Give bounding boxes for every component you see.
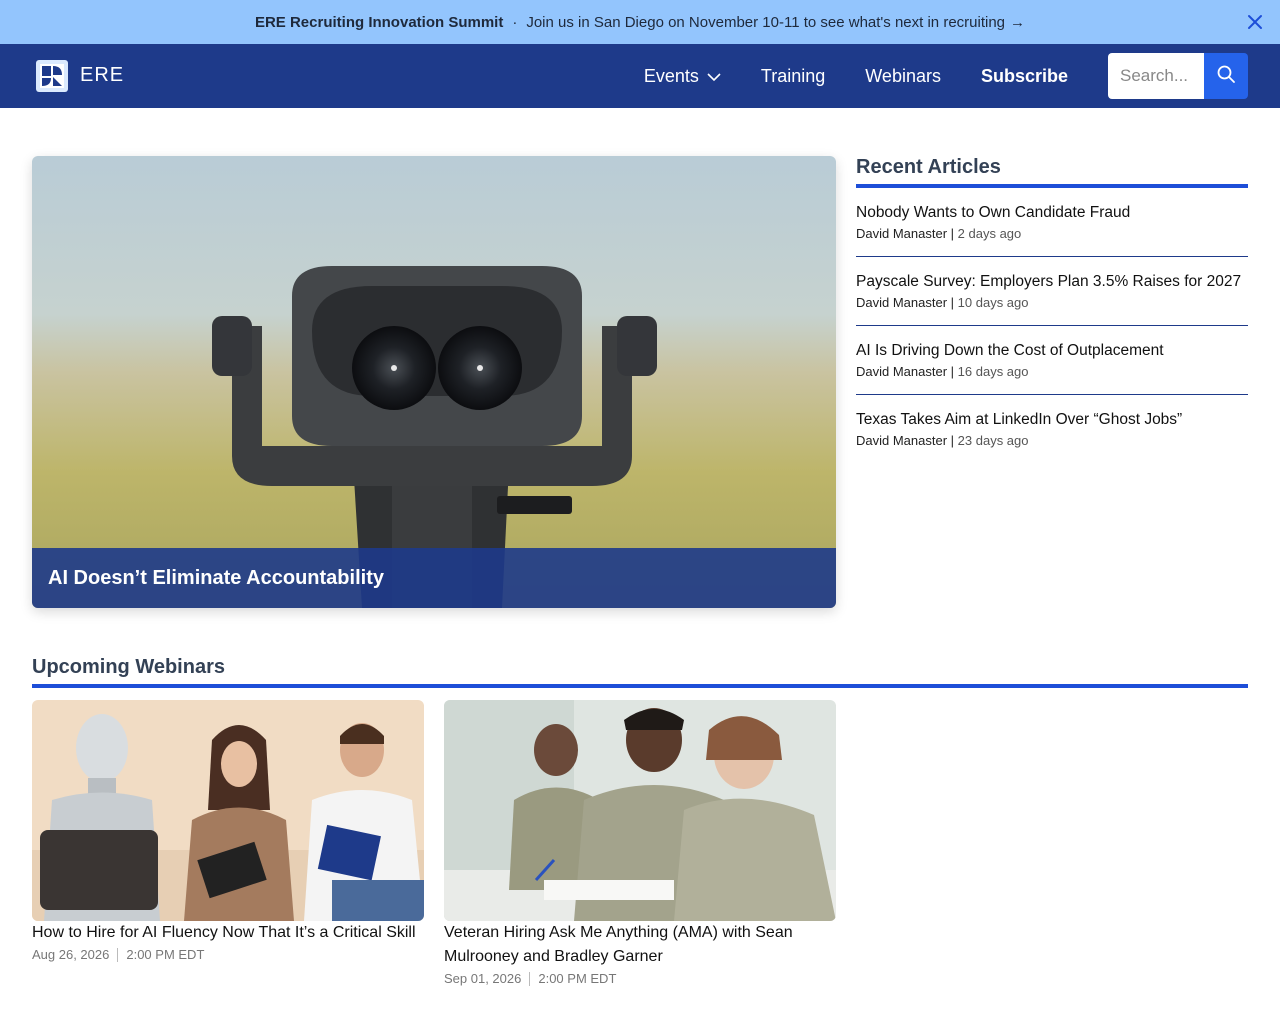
webinar-meta: Aug 26, 2026 2:00 PM EDT: [32, 947, 424, 962]
list-item[interactable]: Texas Takes Aim at LinkedIn Over “Ghost …: [856, 395, 1248, 464]
ere-logo-icon[interactable]: [36, 60, 68, 92]
list-item[interactable]: Payscale Survey: Employers Plan 3.5% Rai…: [856, 257, 1248, 326]
hero-title[interactable]: AI Doesn’t Eliminate Accountability: [32, 548, 836, 608]
article-meta: David Manaster | 16 days ago: [856, 364, 1248, 379]
brand-name[interactable]: ERE: [80, 64, 124, 87]
nav-link-webinars[interactable]: Webinars: [865, 66, 941, 87]
article-author[interactable]: David Manaster: [856, 295, 947, 310]
search-icon: [1216, 64, 1236, 89]
recent-articles-heading: Recent Articles: [856, 156, 1248, 188]
meta-divider: [117, 947, 119, 962]
webinar-card[interactable]: Veteran Hiring Ask Me Anything (AMA) wit…: [444, 700, 836, 986]
chevron-down-icon: [707, 66, 721, 87]
nav-link-events[interactable]: Events: [644, 66, 721, 87]
article-title[interactable]: Texas Takes Aim at LinkedIn Over “Ghost …: [856, 410, 1248, 430]
webinar-meta: Sep 01, 2026 2:00 PM EDT: [444, 971, 836, 986]
search-input[interactable]: [1108, 53, 1204, 99]
announcement-title[interactable]: ERE Recruiting Innovation Summit: [255, 14, 503, 31]
recent-articles: Recent Articles Nobody Wants to Own Cand…: [856, 156, 1248, 464]
meta-separator: |: [947, 295, 958, 310]
webinar-image[interactable]: [32, 700, 424, 921]
upcoming-webinars-heading: Upcoming Webinars: [32, 656, 1248, 688]
upcoming-webinars: Upcoming Webinars How to Hire for AI Flu…: [32, 656, 1248, 986]
announcement-separator: ·: [512, 13, 518, 31]
article-meta: David Manaster | 23 days ago: [856, 433, 1248, 448]
meta-separator: |: [947, 433, 958, 448]
article-author[interactable]: David Manaster: [856, 433, 947, 448]
webinar-title[interactable]: How to Hire for AI Fluency Now That It’s…: [32, 921, 424, 945]
list-item[interactable]: Nobody Wants to Own Candidate Fraud Davi…: [856, 188, 1248, 257]
webinar-time: 2:00 PM EDT: [538, 971, 617, 986]
webinar-date: Aug 26, 2026: [32, 947, 110, 962]
webinar-card[interactable]: How to Hire for AI Fluency Now That It’s…: [32, 700, 424, 986]
article-date: 23 days ago: [957, 433, 1029, 448]
article-title[interactable]: AI Is Driving Down the Cost of Outplacem…: [856, 341, 1248, 361]
article-date: 16 days ago: [957, 364, 1029, 379]
article-title[interactable]: Payscale Survey: Employers Plan 3.5% Rai…: [856, 272, 1248, 292]
search-box: [1108, 53, 1248, 99]
article-meta: David Manaster | 2 days ago: [856, 226, 1248, 241]
article-title[interactable]: Nobody Wants to Own Candidate Fraud: [856, 203, 1248, 223]
webinar-cards: How to Hire for AI Fluency Now That It’s…: [32, 700, 1248, 986]
webinar-image[interactable]: [444, 700, 836, 921]
nav-link-subscribe[interactable]: Subscribe: [981, 66, 1068, 87]
main-navigation: ERE Events Training Webinars Subscribe: [0, 44, 1280, 108]
meta-separator: |: [947, 364, 958, 379]
article-meta: David Manaster | 10 days ago: [856, 295, 1248, 310]
announcement-message[interactable]: Join us in San Diego on November 10-11 t…: [526, 14, 1005, 31]
nav-link-label: Events: [643, 65, 699, 86]
webinar-title[interactable]: Veteran Hiring Ask Me Anything (AMA) wit…: [444, 921, 836, 969]
close-icon[interactable]: [1246, 13, 1264, 31]
nav-links: Events Training Webinars Subscribe: [644, 44, 1068, 108]
webinar-date: Sep 01, 2026: [444, 971, 522, 986]
meta-divider: [529, 971, 531, 986]
article-author[interactable]: David Manaster: [856, 364, 947, 379]
hero-feature[interactable]: AI Doesn’t Eliminate Accountability: [32, 156, 836, 608]
nav-link-training[interactable]: Training: [761, 66, 825, 87]
arrow-right-icon: →: [1010, 13, 1026, 31]
hero-image: [32, 156, 836, 608]
article-author[interactable]: David Manaster: [856, 226, 947, 241]
article-date: 2 days ago: [957, 226, 1022, 241]
webinar-time: 2:00 PM EDT: [126, 947, 205, 962]
search-button[interactable]: [1204, 53, 1248, 99]
list-item[interactable]: AI Is Driving Down the Cost of Outplacem…: [856, 326, 1248, 395]
announcement-bar[interactable]: ERE Recruiting Innovation Summit · Join …: [0, 0, 1280, 44]
article-date: 10 days ago: [957, 295, 1029, 310]
meta-separator: |: [947, 226, 958, 241]
